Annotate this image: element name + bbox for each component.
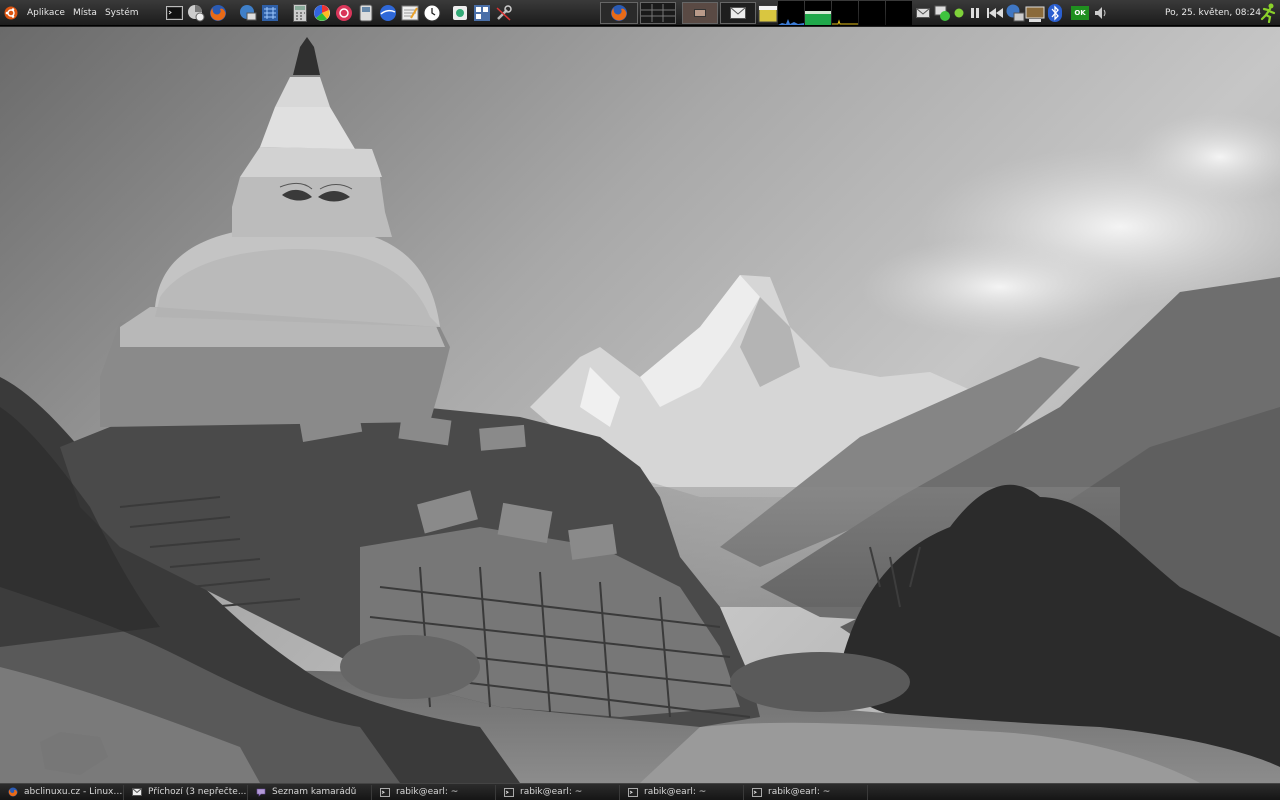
running-man-icon[interactable] (1258, 3, 1278, 23)
cpu-graph (778, 1, 804, 25)
menu-aplikace[interactable]: Aplikace (23, 8, 69, 18)
task-button-terminal-2[interactable]: rabik@earl: ~ (500, 784, 620, 800)
task-label: rabik@earl: ~ (396, 787, 459, 797)
wallpaper-image (0, 27, 1280, 783)
terminal-icon (752, 787, 762, 797)
launcher-spacer (282, 3, 288, 23)
firefox-icon[interactable] (208, 3, 228, 23)
pidgin-status-icon[interactable] (933, 3, 953, 23)
system-tray: OK (600, 0, 1111, 26)
taskbar: abclinuxu.cz - Linux ... Příchozí (3 nep… (0, 783, 1280, 800)
launcher-area (164, 2, 514, 24)
mail-icon[interactable] (913, 3, 933, 23)
window-preview-2[interactable] (682, 2, 718, 24)
memory-graph (805, 1, 831, 25)
task-label: Příchozí (3 nepřečte... (148, 787, 247, 797)
task-label: rabik@earl: ~ (520, 787, 583, 797)
terminal-icon (504, 787, 514, 797)
terminal-icon (380, 787, 390, 797)
globe-icon[interactable] (378, 3, 398, 23)
network-status-icon[interactable] (1005, 3, 1025, 23)
text-editor-icon[interactable] (400, 3, 420, 23)
volume-icon[interactable] (1091, 3, 1111, 23)
bluetooth-icon[interactable] (1045, 3, 1065, 23)
notes-icon[interactable] (758, 3, 778, 23)
camera-icon[interactable] (450, 3, 470, 23)
task-label: Seznam kamarádů (272, 787, 357, 797)
main-menu-bar: Aplikace Místa Systém (0, 0, 143, 26)
player-status-icon (953, 3, 965, 23)
load-graph (886, 1, 912, 25)
menu-system[interactable]: Systém (101, 8, 143, 18)
grid-app-icon[interactable] (260, 3, 280, 23)
pidgin-icon (256, 787, 266, 797)
terminal-icon (628, 787, 638, 797)
screenshot-icon[interactable] (472, 3, 492, 23)
swap-graph (859, 1, 885, 25)
calculator-icon[interactable] (290, 3, 310, 23)
launcher-spacer (444, 3, 448, 23)
desktop-wallpaper[interactable] (0, 27, 1280, 783)
task-button-terminal-1[interactable]: rabik@earl: ~ (376, 784, 496, 800)
network-icon[interactable] (238, 3, 258, 23)
mail-icon (132, 787, 142, 797)
task-label: rabik@earl: ~ (768, 787, 831, 797)
ubuntu-logo-icon[interactable] (4, 6, 18, 20)
clock[interactable]: Po, 25. květen, 08:24 (1165, 0, 1261, 26)
top-panel: Aplikace Místa Systém OK Po, 25. květen,… (0, 0, 1280, 26)
window-preview-mail[interactable] (720, 2, 756, 24)
network-graph (832, 1, 858, 25)
stop-app-icon[interactable] (334, 3, 354, 23)
tools-icon[interactable] (494, 3, 514, 23)
picasa-icon[interactable] (312, 3, 332, 23)
terminal-icon[interactable] (164, 3, 184, 23)
task-label: rabik@earl: ~ (644, 787, 707, 797)
task-button-mail[interactable]: Příchozí (3 nepřečte... (128, 784, 248, 800)
workspace-switcher[interactable] (640, 2, 676, 24)
update-manager-icon[interactable] (1025, 3, 1045, 23)
clock-app-icon[interactable] (422, 3, 442, 23)
launcher-spacer (230, 3, 236, 23)
previous-track-icon[interactable] (985, 3, 1005, 23)
firefox-icon (611, 5, 627, 21)
pause-icon[interactable] (965, 3, 985, 23)
menu-mista[interactable]: Místa (69, 8, 101, 18)
phone-icon[interactable] (356, 3, 376, 23)
task-button-buddy-list[interactable]: Seznam kamarádů (252, 784, 372, 800)
firefox-icon (8, 787, 18, 797)
task-button-terminal-4[interactable]: rabik@earl: ~ (748, 784, 868, 800)
ok-status-badge[interactable]: OK (1071, 6, 1089, 20)
task-button-firefox[interactable]: abclinuxu.cz - Linux ... (4, 784, 124, 800)
disk-usage-icon[interactable] (186, 3, 206, 23)
mail-icon (730, 7, 746, 19)
task-button-terminal-3[interactable]: rabik@earl: ~ (624, 784, 744, 800)
firefox-window-preview[interactable] (600, 2, 638, 24)
task-label: abclinuxu.cz - Linux ... (24, 787, 123, 797)
